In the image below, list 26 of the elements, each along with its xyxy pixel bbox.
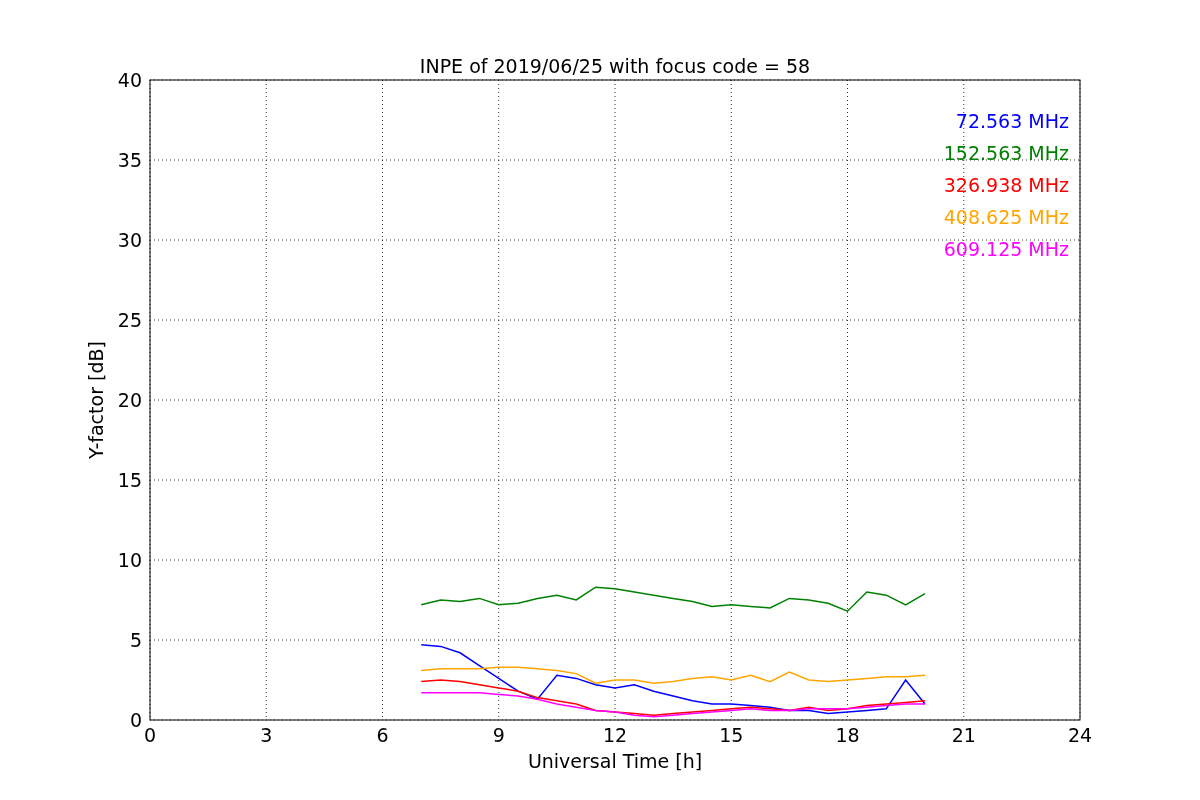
tick-label: 6 <box>376 724 389 746</box>
tick-label: 9 <box>492 724 505 746</box>
chart-title: INPE of 2019/06/25 with focus code = 58 <box>419 55 811 77</box>
axis-label: Y-factor [dB] <box>85 341 107 459</box>
tick-label: 15 <box>117 469 142 491</box>
tick-label: 40 <box>117 69 142 91</box>
tick-label: 5 <box>129 629 142 651</box>
legend-label: 72.563 MHz <box>955 110 1069 132</box>
tick-label: 30 <box>117 229 142 251</box>
legend-label: 609.125 MHz <box>943 238 1069 260</box>
tick-label: 0 <box>129 709 142 731</box>
legend-label: 152.563 MHz <box>943 142 1069 164</box>
tick-label: 18 <box>835 724 860 746</box>
axis-label: Universal Time [h] <box>527 750 703 772</box>
legend-label: 408.625 MHz <box>943 206 1069 228</box>
legend-label: 326.938 MHz <box>943 174 1069 196</box>
tick-label: 3 <box>260 724 273 746</box>
tick-label: 12 <box>602 724 628 746</box>
tick-label: 0 <box>143 724 157 746</box>
tick-label: 10 <box>117 549 142 571</box>
tick-label: 20 <box>117 389 142 411</box>
tick-label: 15 <box>719 724 744 746</box>
tick-label: 25 <box>117 309 142 331</box>
tick-label: 24 <box>1067 724 1093 746</box>
tick-label: 35 <box>117 149 142 171</box>
tick-label: 21 <box>951 724 976 746</box>
